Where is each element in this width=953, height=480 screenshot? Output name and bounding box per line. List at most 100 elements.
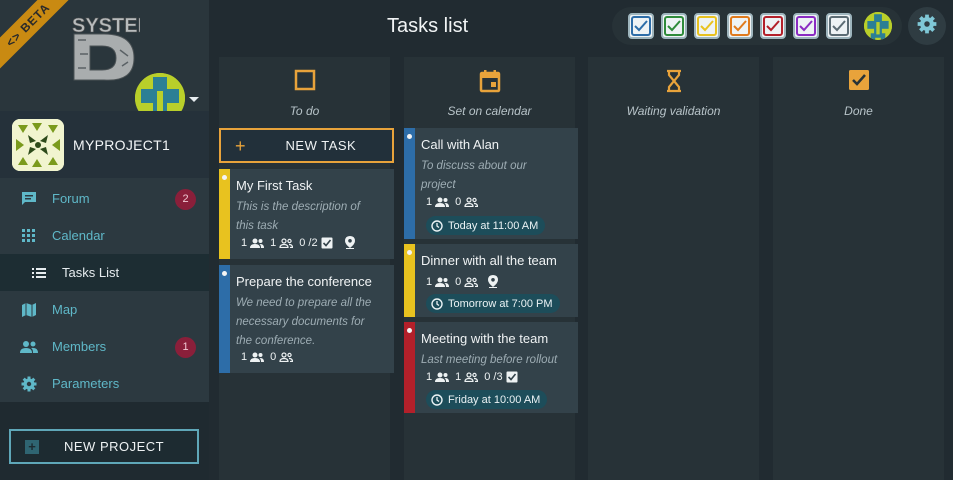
clock-icon xyxy=(431,393,443,406)
filter-user-avatar[interactable] xyxy=(864,12,892,40)
new-task-button[interactable]: + NEW TASK xyxy=(219,128,394,163)
person-icon xyxy=(250,352,265,362)
project-logo xyxy=(12,118,64,171)
member-count: 1 xyxy=(241,351,248,363)
plus-icon: + xyxy=(235,135,246,156)
sidebar-item-label: Map xyxy=(52,302,78,317)
task-card[interactable]: Call with Alan To discuss about our proj… xyxy=(404,128,578,239)
check-icon xyxy=(763,16,783,36)
filter-red-checkbox[interactable] xyxy=(760,13,786,39)
person-icon xyxy=(435,197,450,207)
task-card[interactable]: My First Task This is the description of… xyxy=(219,169,394,259)
settings-button[interactable] xyxy=(908,7,946,45)
task-meta: 1 1 0 /3 xyxy=(426,371,524,383)
task-description: We need to prepare all the necessary doc… xyxy=(236,294,371,351)
checked-box-icon xyxy=(773,69,944,91)
members-icon xyxy=(20,338,38,356)
project-selector[interactable]: MYPROJECT1 xyxy=(0,111,209,178)
task-description-line: Last meeting before rollout xyxy=(421,354,558,366)
group-count: 1 xyxy=(455,371,462,383)
group-outline-icon xyxy=(279,352,294,362)
filter-purple-checkbox[interactable] xyxy=(793,13,819,39)
status-dot xyxy=(222,175,227,180)
task-description-line: To discuss about our xyxy=(421,160,527,172)
due-date-chip: Tomorrow at 7:00 PM xyxy=(426,294,560,313)
chevron-down-icon[interactable] xyxy=(189,97,199,102)
color-filter-bar xyxy=(612,7,902,45)
member-count: 1 xyxy=(426,371,433,383)
group-count: 0 xyxy=(455,196,462,208)
forum-icon xyxy=(20,190,38,208)
check-icon xyxy=(796,16,816,36)
task-card[interactable]: Dinner with all the team 1 0 Tomorrow at… xyxy=(404,244,578,317)
task-title: My First Task xyxy=(236,178,313,193)
filter-grey-checkbox[interactable] xyxy=(826,13,852,39)
due-date-text: Friday at 10:00 AM xyxy=(448,393,541,406)
check-icon xyxy=(631,16,651,36)
check-icon xyxy=(829,16,849,36)
column-title: To do xyxy=(289,104,320,118)
sidebar-item-forum[interactable]: Forum 2 xyxy=(0,180,209,217)
clock-icon xyxy=(431,219,443,232)
due-date-text: Tomorrow at 7:00 PM xyxy=(448,297,553,310)
member-count: 1 xyxy=(426,275,433,288)
group-outline-icon xyxy=(464,372,479,382)
sidebar-item-label: Members xyxy=(52,339,107,354)
filter-green-checkbox[interactable] xyxy=(661,13,687,39)
checkbox-icon xyxy=(321,237,333,249)
notification-badge: 1 xyxy=(175,337,196,358)
sidebar-item-map[interactable]: Map xyxy=(0,291,209,328)
task-meta: 1 0 xyxy=(241,351,299,363)
check-icon xyxy=(664,16,684,36)
gear-icon xyxy=(917,14,937,39)
task-description: Last meeting before rollout xyxy=(421,351,557,370)
task-card[interactable]: Meeting with the team Last meeting befor… xyxy=(404,322,578,413)
filter-yellow-checkbox[interactable] xyxy=(694,13,720,39)
status-dot xyxy=(407,328,412,333)
group-outline-icon xyxy=(279,237,294,248)
checklist-count: 0 /3 xyxy=(484,371,503,383)
group-count: 0 xyxy=(270,351,277,363)
filter-blue-checkbox[interactable] xyxy=(628,13,654,39)
person-icon xyxy=(435,277,450,287)
task-description-line: the conference. xyxy=(236,335,316,347)
status-dot xyxy=(407,134,412,139)
sidebar-item-label: Calendar xyxy=(52,228,105,243)
app-logo[interactable]: SYSTEM xyxy=(68,10,155,82)
sidebar-item-members[interactable]: Members 1 xyxy=(0,328,209,365)
new-project-button[interactable]: + NEW PROJECT xyxy=(9,429,199,464)
task-description-line: necessary documents for xyxy=(236,316,365,328)
task-meta: 1 0 xyxy=(426,196,484,208)
due-date-chip: Today at 11:00 AM xyxy=(426,216,546,235)
sidebar-item-parameters[interactable]: Parameters xyxy=(0,365,209,402)
task-card[interactable]: Prepare the conference We need to prepar… xyxy=(219,265,394,373)
sidebar: SYSTEM <> BETA xyxy=(0,0,209,480)
task-title: Call with Alan xyxy=(421,137,500,152)
sidebar-item-label: Forum xyxy=(52,191,90,206)
group-count: 0 xyxy=(455,275,462,288)
gear-icon xyxy=(20,375,38,393)
square-outline-icon xyxy=(219,69,390,91)
group-outline-icon xyxy=(464,197,479,207)
filter-orange-checkbox[interactable] xyxy=(727,13,753,39)
group-count: 1 xyxy=(270,236,277,249)
project-name: MYPROJECT1 xyxy=(73,136,171,153)
group-outline-icon xyxy=(464,276,479,287)
checklist-count: 0 /2 xyxy=(299,236,318,249)
sidebar-item-tasks-list[interactable]: Tasks List xyxy=(0,254,209,291)
checkbox-icon xyxy=(506,371,518,383)
person-icon xyxy=(250,238,265,248)
due-date-chip: Friday at 10:00 AM xyxy=(426,390,548,409)
column-title: Set on calendar xyxy=(447,104,532,118)
status-dot xyxy=(407,250,412,255)
plus-icon: + xyxy=(25,439,39,454)
map-icon xyxy=(20,301,38,319)
sidebar-item-calendar[interactable]: Calendar xyxy=(0,217,209,254)
location-pin-icon xyxy=(488,275,499,288)
column-waiting: Waiting validation xyxy=(588,57,759,480)
notification-badge: 2 xyxy=(175,189,196,210)
task-meta: 1 0 xyxy=(426,275,504,288)
task-description-line: We need to prepare all the xyxy=(236,297,372,309)
sidebar-item-label: Tasks List xyxy=(62,265,120,280)
member-count: 1 xyxy=(241,236,248,249)
